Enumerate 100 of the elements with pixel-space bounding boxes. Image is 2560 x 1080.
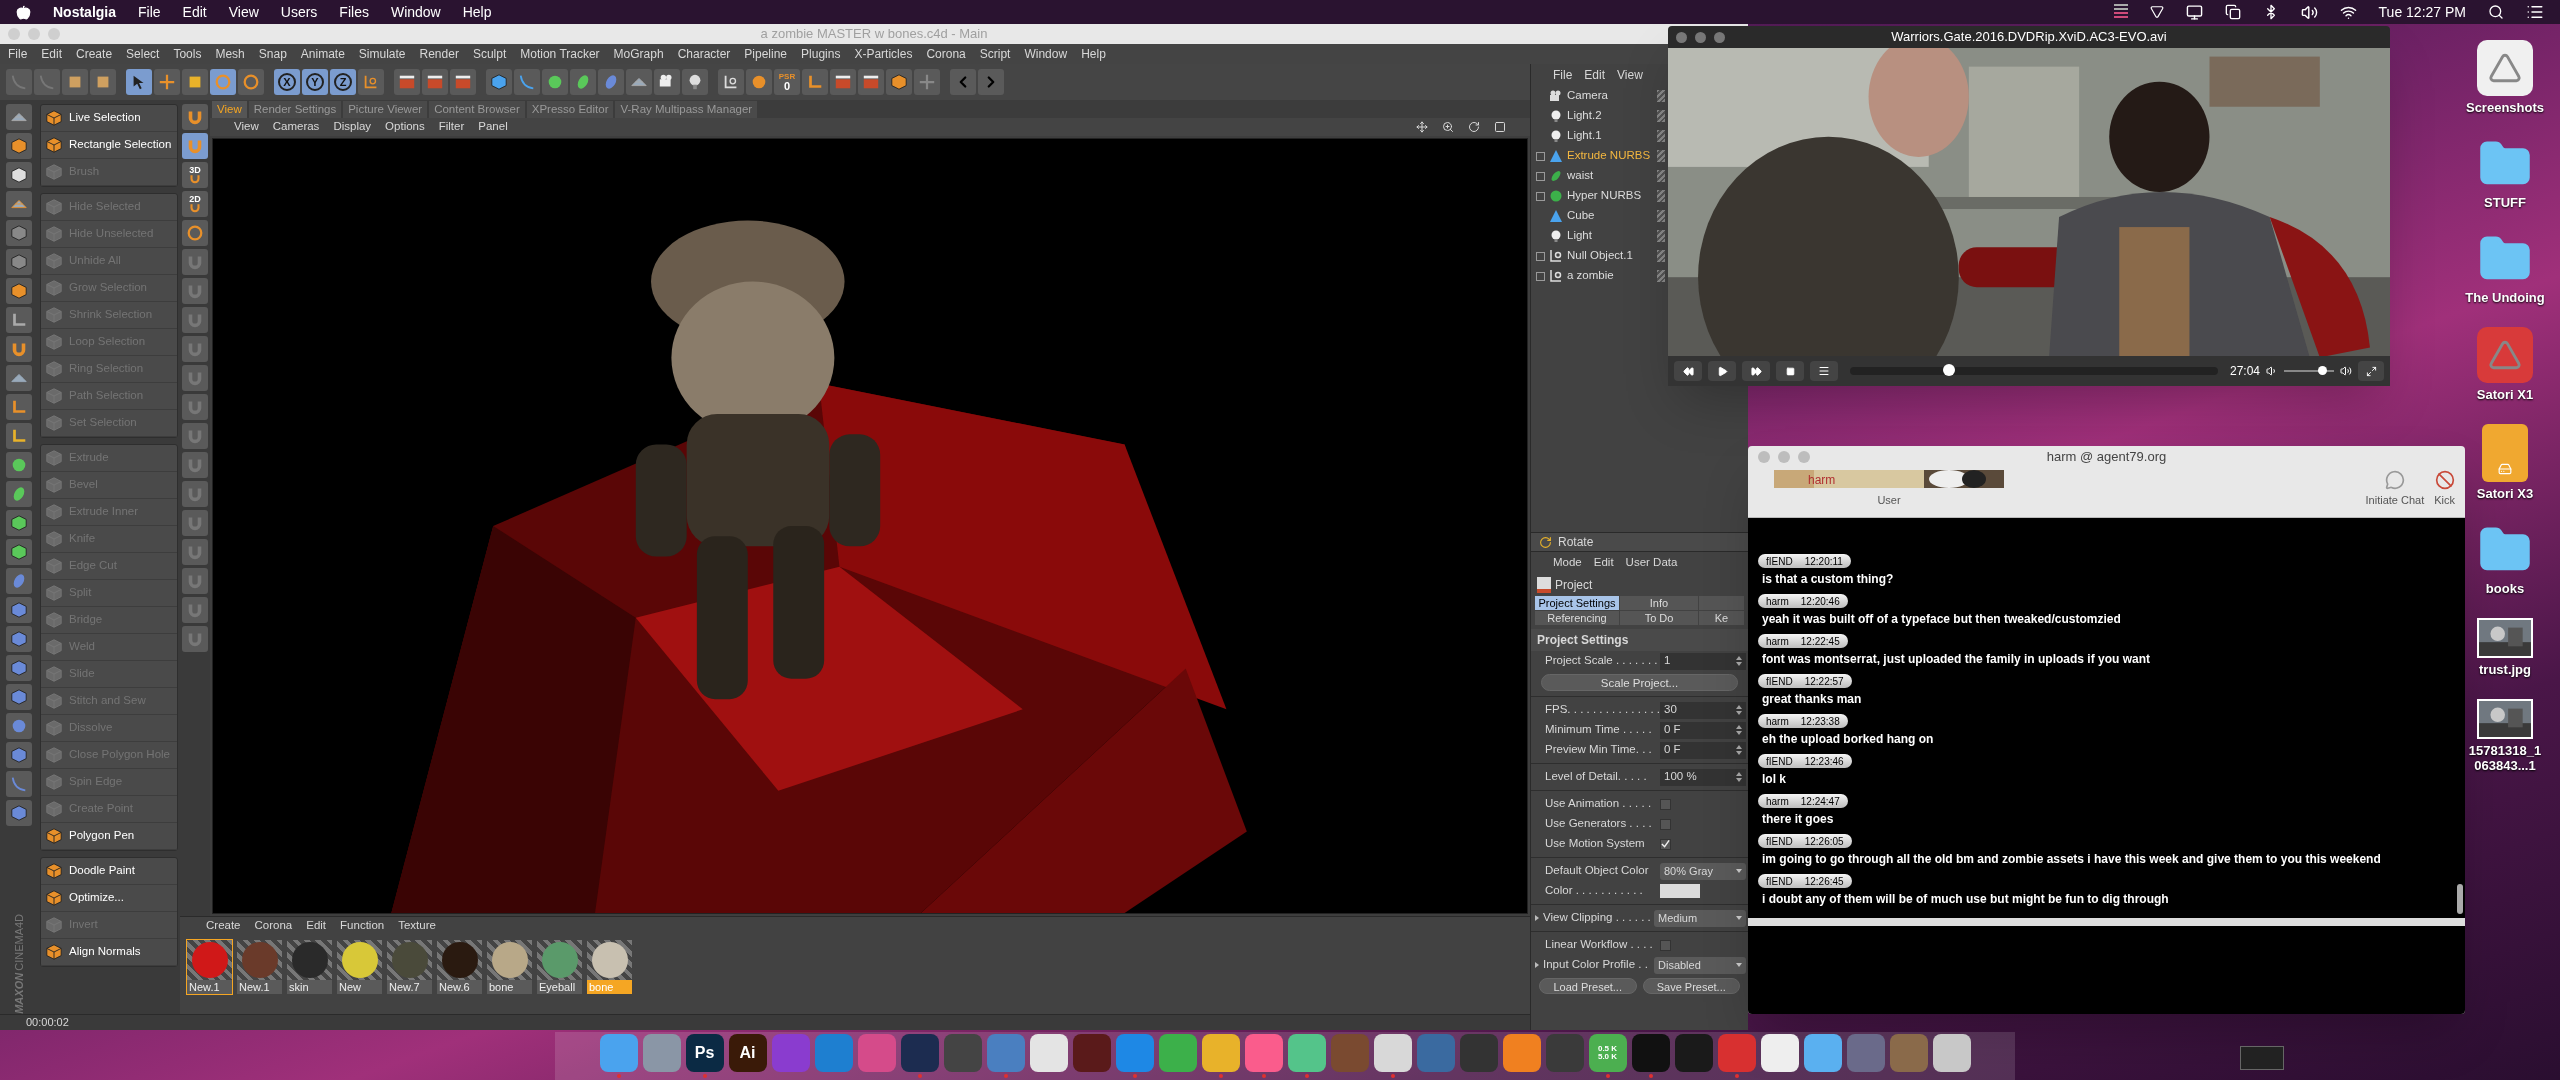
command-item[interactable]: Rectangle Selection xyxy=(41,132,177,159)
menu-item[interactable]: Mesh xyxy=(215,45,245,63)
axis-toggle[interactable]: Y xyxy=(302,69,328,95)
desktop-icon-label[interactable]: trust.jpg xyxy=(2479,662,2531,677)
desktop-icon-label[interactable]: books xyxy=(2485,581,2525,596)
desktop-icon-label[interactable]: The Undoing xyxy=(2465,290,2545,305)
object-row[interactable]: Null Object.1 xyxy=(1531,246,1665,266)
menu-item[interactable]: Edit xyxy=(306,917,327,935)
axis-toggle[interactable]: Z xyxy=(330,69,356,95)
number-field[interactable]: 0 F xyxy=(1660,741,1746,759)
menu-item[interactable]: Help xyxy=(462,1,492,23)
kick-button[interactable]: Kick xyxy=(2434,470,2455,509)
menu-item[interactable]: File xyxy=(8,45,28,63)
menu-item[interactable]: Character xyxy=(677,45,731,63)
menu-item[interactable]: Options xyxy=(385,118,425,136)
menu-item[interactable]: View xyxy=(1617,66,1643,84)
menu-item[interactable]: Corona xyxy=(926,45,966,63)
dock-app-icon[interactable]: Ai xyxy=(728,1034,767,1072)
menu-item[interactable]: Corona xyxy=(254,917,293,935)
menu-item[interactable]: Window xyxy=(1024,45,1068,63)
object-row[interactable]: a zombie xyxy=(1531,266,1665,286)
dropdown[interactable]: Disabled xyxy=(1654,956,1746,974)
psr-button[interactable]: PSR 0 xyxy=(774,69,800,95)
command-item[interactable]: Doodle Paint xyxy=(41,858,177,885)
snap-mode-button[interactable]: 2D xyxy=(182,191,208,217)
menu-item[interactable]: User Data xyxy=(1625,554,1678,572)
number-field[interactable]: 30 xyxy=(1660,701,1746,719)
object-row[interactable]: waist xyxy=(1531,166,1665,186)
dropdown[interactable]: Medium xyxy=(1654,909,1746,927)
menu-item[interactable]: Select xyxy=(126,45,160,63)
menu-item[interactable]: View xyxy=(234,118,259,136)
menu-item[interactable]: Nostalgia xyxy=(53,1,116,23)
menu-item[interactable]: Pipeline xyxy=(744,45,788,63)
object-row[interactable]: Light.1 xyxy=(1531,126,1665,146)
dock-app-icon[interactable]: Ps xyxy=(685,1034,724,1072)
object-row[interactable]: Extrude NURBS xyxy=(1531,146,1665,166)
menu-item[interactable]: Help xyxy=(1081,45,1106,63)
desktop-icon-label[interactable]: Screenshots xyxy=(2465,100,2544,115)
user-banner[interactable]: harm xyxy=(1774,470,2004,488)
menu-item[interactable]: Cameras xyxy=(272,118,320,136)
menu-item[interactable]: Plugins xyxy=(801,45,841,63)
desktop-icon-label[interactable]: STUFF xyxy=(2484,195,2526,210)
menu-item[interactable]: Files xyxy=(339,1,369,23)
object-row[interactable]: Camera xyxy=(1531,86,1665,106)
desktop-icon-label[interactable]: Satori X1 xyxy=(2476,387,2534,402)
desktop-icon-label[interactable]: Satori X3 xyxy=(2476,486,2534,501)
menu-item[interactable]: Create xyxy=(76,45,113,63)
menu-item[interactable]: Function xyxy=(340,917,385,935)
tab[interactable]: Info xyxy=(1620,596,1698,610)
object-row[interactable]: Light.2 xyxy=(1531,106,1665,126)
tab[interactable]: View xyxy=(212,101,247,118)
command-item[interactable]: Live Selection xyxy=(41,105,177,132)
preset-button[interactable]: Save Preset... xyxy=(1642,978,1740,994)
menu-item[interactable]: Motion Tracker xyxy=(520,45,600,63)
menu-item[interactable]: Filter xyxy=(438,118,465,136)
menu-item[interactable]: Texture xyxy=(398,917,436,935)
number-field[interactable]: 1 xyxy=(1660,652,1746,670)
menu-item[interactable]: View xyxy=(228,1,259,23)
object-row[interactable]: Hyper NURBS xyxy=(1531,186,1665,206)
axis-toggle[interactable]: X xyxy=(274,69,300,95)
menu-item[interactable]: File xyxy=(138,1,161,23)
number-field[interactable]: 0 F xyxy=(1660,721,1746,739)
command-item[interactable]: Polygon Pen xyxy=(41,823,177,850)
menu-item[interactable]: Edit xyxy=(182,1,207,23)
menu-item[interactable]: MoGraph xyxy=(613,45,664,63)
menu-item[interactable]: Animate xyxy=(300,45,345,63)
menu-item[interactable]: Snap xyxy=(258,45,287,63)
menu-item[interactable]: Simulate xyxy=(358,45,406,63)
object-row[interactable]: Light xyxy=(1531,226,1665,246)
menu-item[interactable]: Window xyxy=(390,1,441,23)
menu-item[interactable]: Create xyxy=(206,917,241,935)
menu-item[interactable]: Mode xyxy=(1553,554,1582,572)
number-field[interactable]: 100 % xyxy=(1660,768,1746,786)
menu-item[interactable]: Sculpt xyxy=(472,45,507,63)
menu-item[interactable]: Tools xyxy=(173,45,202,63)
menu-item[interactable]: Script xyxy=(979,45,1011,63)
menu-item[interactable]: Users xyxy=(280,1,318,23)
menu-item[interactable]: Display xyxy=(333,118,372,136)
desktop-icon-label[interactable]: 15781318_1 063843...1 xyxy=(2468,743,2542,773)
preset-button[interactable]: Load Preset... xyxy=(1539,978,1637,994)
menu-item[interactable]: X-Particles xyxy=(854,45,913,63)
menu-item[interactable]: Render xyxy=(419,45,459,63)
clock[interactable]: Tue 12:27 PM xyxy=(2378,1,2466,23)
menu-item[interactable]: File xyxy=(1553,66,1573,84)
tab[interactable]: Referencing xyxy=(1535,611,1619,625)
tab[interactable]: Project Settings xyxy=(1535,596,1619,610)
material-swatch[interactable]: New.1 xyxy=(186,939,233,995)
tab[interactable]: Ke xyxy=(1699,611,1744,625)
scale-project-button[interactable]: Scale Project... xyxy=(1541,673,1738,691)
initiate-chat-button[interactable]: Initiate Chat xyxy=(2365,470,2425,509)
menu-item[interactable]: Edit xyxy=(1584,66,1606,84)
menu-item[interactable]: Edit xyxy=(41,45,63,63)
snap-mode-button[interactable]: 3D xyxy=(182,162,208,188)
command-item[interactable]: Optimize... xyxy=(41,885,177,912)
tab[interactable]: To Do xyxy=(1620,611,1698,625)
object-row[interactable]: Cube xyxy=(1531,206,1665,226)
menu-item[interactable]: Panel xyxy=(478,118,508,136)
dropdown[interactable]: 80% Gray xyxy=(1660,862,1746,880)
menu-item[interactable]: Edit xyxy=(1593,554,1614,572)
command-item[interactable]: Align Normals xyxy=(41,939,177,966)
